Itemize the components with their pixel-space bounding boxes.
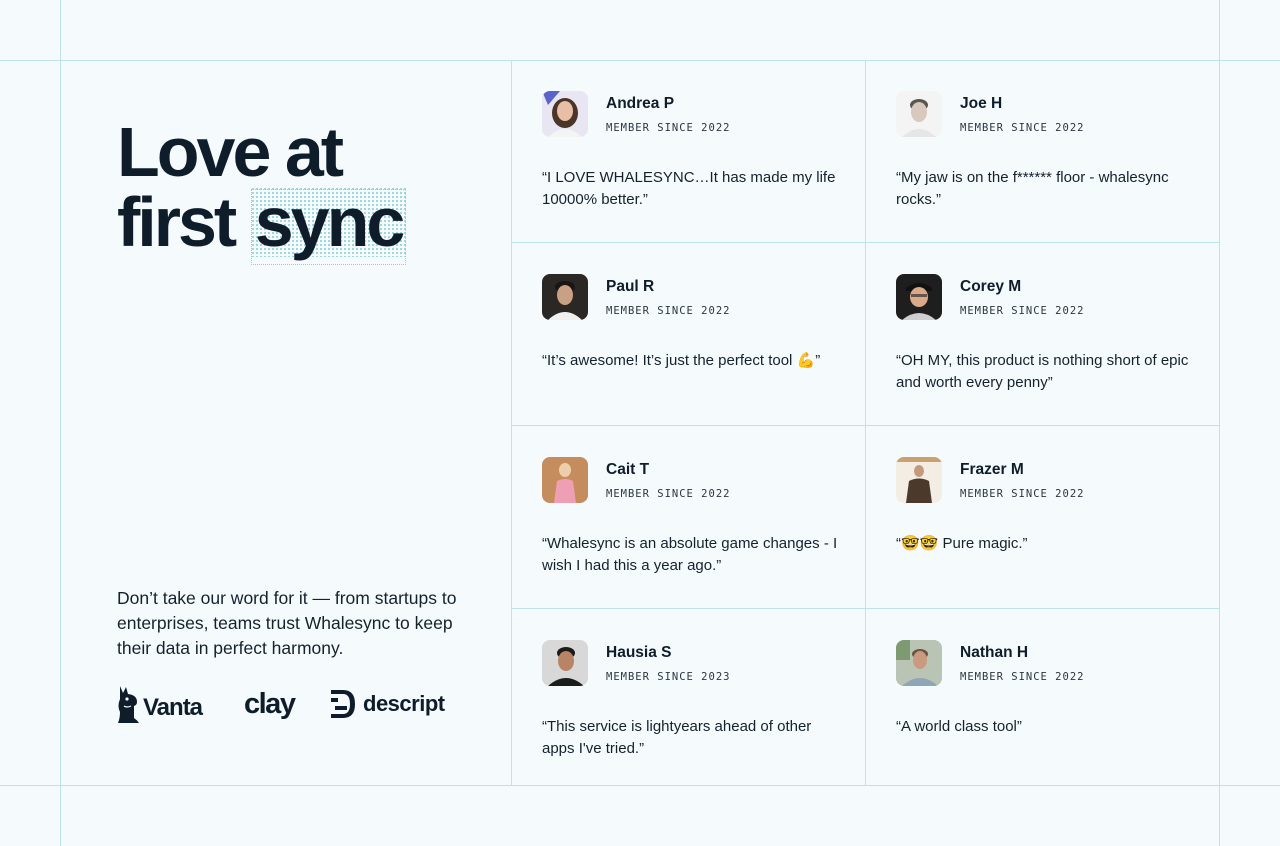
member-since: MEMBER SINCE 2022 [606,305,731,317]
testimonial-card: Frazer M MEMBER SINCE 2022 “🤓🤓 Pure magi… [866,427,1219,609]
headline-line-1: Love at [117,113,344,191]
testimonial-quote: “OH MY, this product is nothing short of… [896,352,1189,391]
member-since: MEMBER SINCE 2022 [960,122,1085,134]
member-since: MEMBER SINCE 2022 [606,488,731,500]
testimonial-card: Cait T MEMBER SINCE 2022 “Whalesync is a… [512,427,865,609]
testimonial-card: Corey M MEMBER SINCE 2022 “OH MY, this p… [866,244,1219,426]
member-since: MEMBER SINCE 2023 [606,671,731,683]
testimonial-card: Andrea P MEMBER SINCE 2022 “I LOVE WHALE… [512,61,865,243]
member-name: Corey M [960,278,1022,295]
descript-mark-icon [331,690,355,718]
avatar [896,274,942,320]
clay-logo-text: clay [244,687,296,720]
clay-logo: clay [244,684,296,724]
avatar [542,640,588,686]
testimonial-quote: “My jaw is on the f****** floor - whales… [896,169,1169,208]
member-name: Hausia S [606,644,672,661]
avatar [542,457,588,503]
testimonial-quote: “🤓🤓 Pure magic.” [896,535,1028,552]
member-name: Paul R [606,278,655,295]
member-since: MEMBER SINCE 2022 [960,488,1085,500]
testimonial-quote: “Whalesync is an absolute game changes -… [542,535,838,574]
vanta-logo: Vanta [117,684,203,724]
descript-logo: descript [331,684,445,724]
member-since: MEMBER SINCE 2022 [960,305,1085,317]
descript-logo-text: descript [363,691,445,716]
page-title: Love at first sync [117,113,407,265]
testimonial-card: Paul R MEMBER SINCE 2022 “It’s awesome! … [512,244,865,426]
testimonial-card: Hausia S MEMBER SINCE 2023 “This service… [512,610,865,792]
vanta-logo-text: Vanta [143,694,203,721]
member-since: MEMBER SINCE 2022 [960,671,1085,683]
testimonial-quote: “This service is lightyears ahead of oth… [542,718,812,757]
headline-line-2: first [117,183,237,261]
avatar [542,274,588,320]
grid-line [60,0,61,846]
member-name: Cait T [606,461,650,478]
member-name: Frazer M [960,461,1024,478]
member-name: Andrea P [606,95,675,112]
customer-logos: Vanta clay descript [117,684,477,724]
testimonial-card: Joe H MEMBER SINCE 2022 “My jaw is on th… [866,61,1219,243]
testimonial-quote: “I LOVE WHALESYNC…It has made my life 10… [542,169,836,208]
member-since: MEMBER SINCE 2022 [606,122,731,134]
testimonial-quote: “A world class tool” [896,718,1022,735]
grid-line [1219,0,1220,846]
avatar [542,91,588,137]
avatar [896,457,942,503]
hero-description: Don’t take our word for it — from startu… [117,588,457,658]
avatar [896,91,942,137]
llama-icon [118,686,139,723]
avatar [896,640,942,686]
testimonial-card: Nathan H MEMBER SINCE 2022 “A world clas… [866,610,1219,792]
member-name: Nathan H [960,644,1029,661]
headline-highlight: sync [250,187,407,265]
testimonial-quote: “It’s awesome! It’s just the perfect too… [542,352,821,369]
member-name: Joe H [960,95,1003,112]
